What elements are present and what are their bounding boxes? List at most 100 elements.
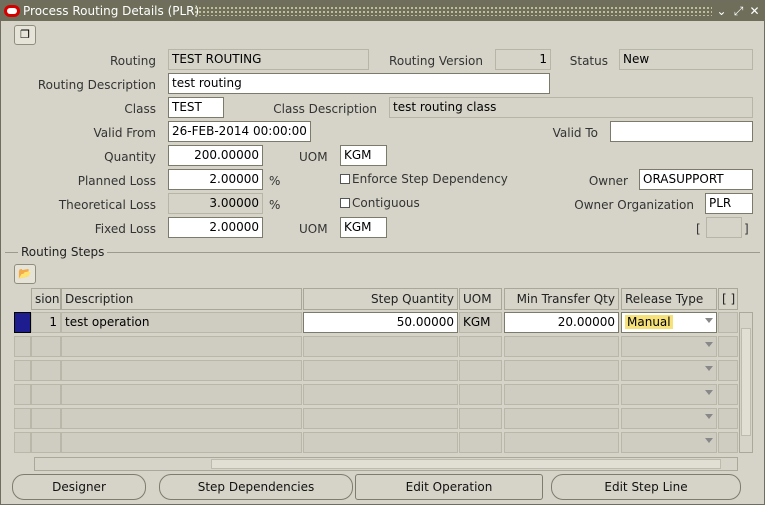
quantity-field[interactable]: 200.00000 (168, 145, 263, 166)
routing-steps-title: Routing Steps (18, 245, 108, 259)
col-header-release-type[interactable]: Release Type (621, 288, 717, 310)
valid-to-field[interactable] (610, 121, 753, 142)
uom-field[interactable]: KGM (340, 145, 387, 166)
table-cell[interactable] (459, 360, 502, 381)
table-cell-release-type[interactable] (621, 384, 717, 405)
vertical-scrollbar[interactable] (739, 312, 753, 453)
table-cell[interactable] (504, 384, 619, 405)
col-header-min-transfer-qty[interactable]: Min Transfer Qty (504, 288, 619, 310)
col-header-version[interactable]: sion (31, 288, 61, 310)
table-cell-version[interactable]: 1 (31, 312, 61, 333)
table-cell[interactable] (459, 336, 502, 357)
contiguous-label: Contiguous (352, 196, 420, 210)
close-icon[interactable]: ✕ (748, 4, 761, 18)
table-cell[interactable] (459, 408, 502, 429)
row-selector[interactable] (14, 408, 31, 429)
row-selector[interactable] (14, 360, 31, 381)
status-field[interactable]: New (619, 49, 753, 70)
col-header-description[interactable]: Description (61, 288, 302, 310)
table-cell[interactable] (303, 432, 458, 453)
table-cell (718, 384, 738, 405)
maximize-icon[interactable]: ⤢ (732, 4, 745, 18)
table-cell[interactable] (61, 384, 302, 405)
scrollbar-thumb[interactable] (741, 328, 751, 436)
table-cell[interactable] (31, 408, 61, 429)
table-cell[interactable] (61, 408, 302, 429)
enforce-step-dependency-checkbox[interactable]: Enforce Step Dependency (340, 172, 508, 186)
routing-field[interactable]: TEST ROUTING (168, 49, 369, 70)
planned-loss-field[interactable]: 2.00000 (168, 169, 263, 190)
table-cell[interactable] (303, 384, 458, 405)
table-cell-release-type[interactable] (621, 432, 717, 453)
fixed-loss-field[interactable]: 2.00000 (168, 217, 263, 238)
row-selector[interactable] (14, 336, 31, 357)
window-title: Process Routing Details (PLR) (23, 4, 200, 18)
routing-version-field[interactable]: 1 (495, 49, 551, 70)
row-selector-selected[interactable] (14, 312, 31, 333)
theoretical-loss-field[interactable]: 3.00000 (168, 193, 263, 214)
table-cell-min-transfer-qty[interactable]: 20.00000 (504, 312, 619, 333)
table-cell[interactable] (459, 384, 502, 405)
scrollbar-thumb[interactable] (211, 459, 721, 469)
routing-description-field[interactable]: test routing (168, 73, 550, 94)
theoretical-loss-percent: % (269, 198, 281, 212)
designer-button[interactable]: Designer (12, 474, 146, 500)
contiguous-checkbox[interactable]: Contiguous (340, 196, 420, 210)
table-cell[interactable] (303, 360, 458, 381)
table-cell-description[interactable]: test operation (61, 312, 302, 333)
chevron-down-icon[interactable] (705, 438, 713, 443)
fixed-uom-field[interactable]: KGM (340, 217, 387, 238)
chevron-down-icon[interactable] (705, 318, 713, 323)
table-cell-step-quantity[interactable]: 50.00000 (303, 312, 458, 333)
table-cell[interactable] (303, 336, 458, 357)
chevron-down-icon[interactable] (705, 390, 713, 395)
release-type-select[interactable]: Manual (621, 312, 717, 333)
table-cell-uom[interactable]: KGM (459, 312, 502, 333)
row-selector[interactable] (14, 432, 31, 453)
table-cell[interactable] (61, 432, 302, 453)
minimize-icon[interactable]: ⌄ (715, 4, 728, 18)
table-cell-release-type[interactable] (621, 360, 717, 381)
col-header-uom[interactable]: UOM (459, 288, 502, 310)
table-cell[interactable] (303, 408, 458, 429)
checkbox-box[interactable] (340, 198, 350, 208)
table-cell[interactable] (61, 336, 302, 357)
class-description-field[interactable]: test routing class (389, 97, 753, 118)
table-cell-folder (718, 312, 738, 333)
chevron-down-icon[interactable] (705, 414, 713, 419)
open-folder-icon[interactable]: 📂 (14, 264, 36, 284)
checkbox-box[interactable] (340, 174, 350, 184)
routing-description-label: Routing Description (37, 78, 156, 92)
dff-field[interactable] (706, 217, 742, 238)
table-cell[interactable] (459, 432, 502, 453)
attachment-icon[interactable]: ❐ (14, 25, 36, 45)
owner-organization-field[interactable]: PLR (705, 193, 753, 214)
table-cell[interactable] (31, 384, 61, 405)
table-cell[interactable] (31, 432, 61, 453)
col-header-folder[interactable]: [ ] (718, 288, 738, 310)
col-header-step-quantity[interactable]: Step Quantity (303, 288, 458, 310)
table-cell[interactable] (504, 336, 619, 357)
valid-from-field[interactable]: 26-FEB-2014 00:00:00 (168, 121, 311, 142)
owner-field[interactable]: ORASUPPORT (639, 169, 753, 190)
table-cell[interactable] (31, 336, 61, 357)
class-field[interactable]: TEST (168, 97, 224, 118)
chevron-down-icon[interactable] (705, 366, 713, 371)
table-cell[interactable] (31, 360, 61, 381)
table-cell[interactable] (504, 408, 619, 429)
edit-step-line-button[interactable]: Edit Step Line (551, 474, 741, 500)
class-label: Class (124, 102, 156, 116)
table-cell[interactable] (61, 360, 302, 381)
step-dependencies-button[interactable]: Step Dependencies (159, 474, 353, 500)
routing-version-label: Routing Version (389, 54, 483, 68)
row-selector[interactable] (14, 384, 31, 405)
chevron-down-icon[interactable] (705, 342, 713, 347)
table-cell-release-type[interactable] (621, 336, 717, 357)
table-cell[interactable] (504, 360, 619, 381)
valid-from-label: Valid From (93, 126, 156, 140)
table-cell[interactable] (504, 432, 619, 453)
section-divider (5, 252, 760, 253)
edit-operation-button[interactable]: Edit Operation (355, 474, 543, 500)
horizontal-scrollbar[interactable] (34, 457, 738, 471)
table-cell-release-type[interactable] (621, 408, 717, 429)
